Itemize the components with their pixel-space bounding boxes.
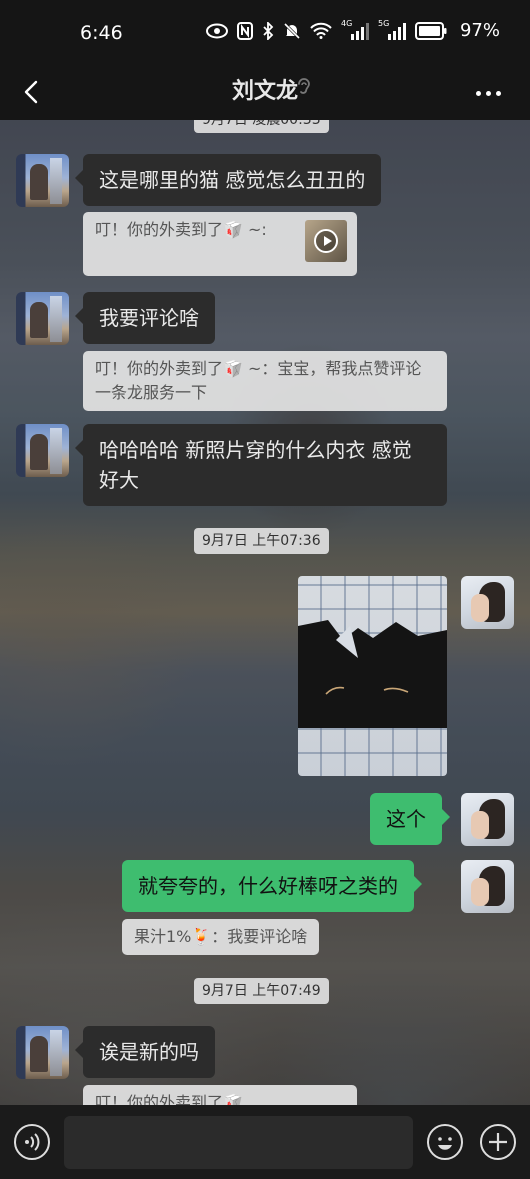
ear-icon	[298, 78, 310, 94]
signal-1-icon: 4G	[341, 19, 369, 40]
chat-header: 刘文龙	[0, 64, 530, 120]
bra-photo	[298, 620, 447, 728]
message-bubble[interactable]: 我要评论啥	[75, 292, 215, 344]
quoted-message[interactable]: 叮！你的外卖到了🥡 ~:	[83, 212, 357, 276]
bluetooth-icon	[263, 21, 274, 40]
quoted-message[interactable]: 叮！你的外卖到了🥡	[83, 1085, 357, 1105]
contact-avatar[interactable]	[16, 154, 69, 207]
more-dot	[485, 90, 491, 96]
battery-icon	[414, 21, 447, 40]
status-icons: 4G 5G 97%	[205, 19, 500, 41]
contact-avatar[interactable]	[16, 1026, 69, 1079]
video-thumbnail[interactable]	[305, 220, 347, 262]
wifi-icon	[310, 22, 332, 39]
quoted-message[interactable]: 叮！你的外卖到了🥡 ~：宝宝，帮我点赞评论一条龙服务一下	[83, 351, 447, 411]
plus-icon	[489, 1133, 507, 1151]
status-time: 6:46	[80, 22, 123, 44]
timestamp: 9月7日 上午07:49	[194, 978, 329, 1004]
image-message[interactable]	[298, 576, 447, 776]
voice-icon	[25, 1133, 40, 1151]
message-bubble[interactable]: 诶是新的吗	[75, 1026, 215, 1078]
more-dot	[495, 90, 501, 96]
voice-button[interactable]	[14, 1124, 50, 1160]
input-bar	[0, 1105, 530, 1179]
more-options-button[interactable]	[468, 78, 508, 108]
quoted-text: 叮！你的外卖到了🥡 ~:	[95, 220, 267, 239]
my-message-bubble[interactable]: 就夸夸的，什么好棒呀之类的	[122, 860, 422, 912]
emoji-button[interactable]	[427, 1124, 463, 1160]
status-bar: 6:46 4G 5G 97%	[0, 0, 530, 64]
signal-2-icon: 5G	[378, 19, 406, 40]
timestamp: 9月7日 上午07:36	[194, 528, 329, 554]
my-message-bubble[interactable]: 这个	[370, 793, 450, 845]
mute-bell-icon	[283, 22, 301, 39]
my-avatar[interactable]	[461, 793, 514, 846]
battery-percent: 97%	[459, 20, 500, 41]
message-input[interactable]	[64, 1116, 413, 1169]
play-icon	[314, 229, 338, 253]
timestamp: 9月7日 凌晨00:33	[194, 120, 329, 133]
quoted-message[interactable]: 果汁1%🍹：我要评论啥	[122, 919, 320, 955]
nfc-icon	[236, 21, 253, 40]
emoji-icon	[438, 1137, 452, 1150]
message-bubble[interactable]: 这是哪里的猫 感觉怎么丑丑的	[74, 154, 382, 206]
contact-avatar[interactable]	[16, 292, 69, 345]
plus-button[interactable]	[480, 1124, 516, 1160]
my-avatar[interactable]	[461, 576, 514, 629]
message-bubble[interactable]: 哈哈哈哈 新照片穿的什么内衣 感觉好大	[75, 424, 447, 506]
contact-name: 刘文龙	[231, 79, 298, 104]
eye-icon	[205, 23, 228, 38]
chat-area[interactable]: 9月7日 凌晨00:33 这是哪里的猫 感觉怎么丑丑的 叮！你的外卖到了🥡 ~:…	[0, 120, 530, 1105]
contact-avatar[interactable]	[16, 424, 69, 477]
my-avatar[interactable]	[461, 860, 514, 913]
more-dots-icon	[475, 90, 481, 96]
